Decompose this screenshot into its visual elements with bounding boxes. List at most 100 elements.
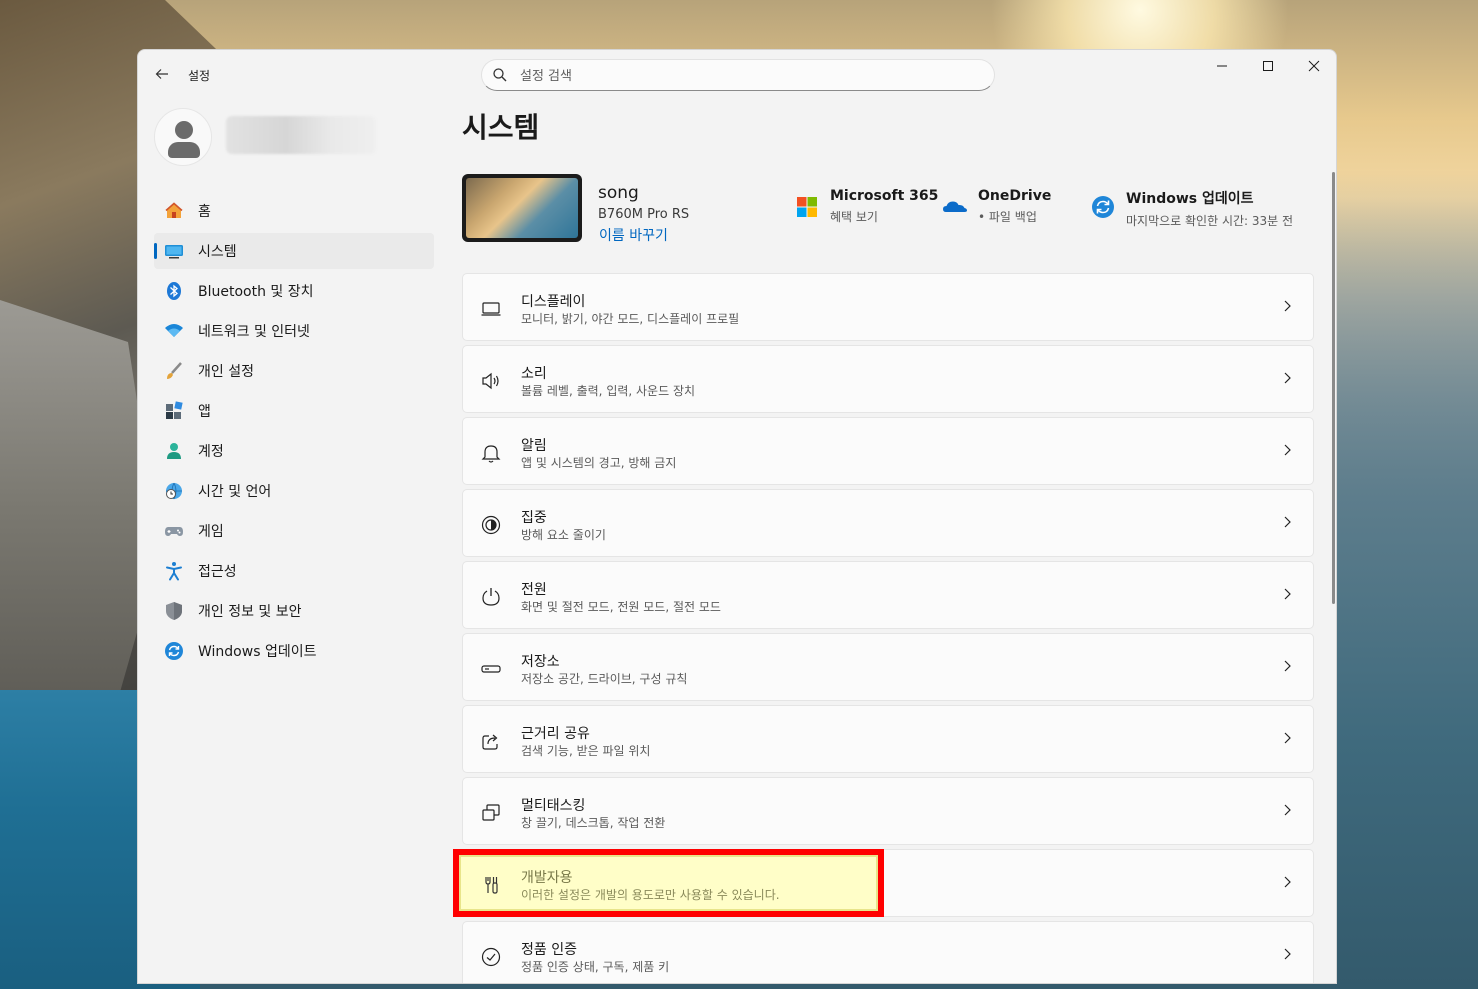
quick-title: OneDrive: [978, 188, 1052, 204]
close-icon: [1308, 60, 1320, 72]
setting-card-storage[interactable]: 저장소 저장소 공간, 드라이브, 구성 규칙: [462, 633, 1314, 701]
setting-card-focus[interactable]: 집중 방해 요소 줄이기: [462, 489, 1314, 557]
sidebar-nav: 홈 시스템 Bluetooth 및 장치 네트워크 및 인터넷 개인 설정 앱 …: [154, 193, 434, 673]
sidebar-item-label: 네트워크 및 인터넷: [198, 324, 310, 340]
device-model: B760M Pro RS: [598, 207, 690, 222]
sidebar-item-home[interactable]: 홈: [154, 193, 434, 229]
sidebar-item-privacy[interactable]: 개인 정보 및 보안: [154, 593, 434, 629]
back-button[interactable]: [150, 62, 174, 86]
microsoft-365-icon: [797, 197, 817, 217]
quick-microsoft-365[interactable]: Microsoft 365 혜택 보기: [794, 188, 938, 225]
scrollbar[interactable]: [1332, 172, 1335, 604]
sidebar-item-label: 시스템: [198, 244, 237, 260]
card-subtitle: 모니터, 밝기, 야간 모드, 디스플레이 프로필: [521, 312, 740, 326]
card-title: 알림: [521, 438, 547, 454]
sidebar-item-accounts[interactable]: 계정: [154, 433, 434, 469]
maximize-button[interactable]: [1245, 50, 1291, 82]
device-name: song: [598, 183, 639, 203]
quick-onedrive[interactable]: OneDrive • 파일 백업: [942, 188, 1051, 225]
update-icon: [164, 641, 184, 661]
chevron-right-icon: [1284, 876, 1291, 888]
card-subtitle: 검색 기능, 받은 파일 위치: [521, 744, 651, 758]
sidebar-item-gaming[interactable]: 게임: [154, 513, 434, 549]
close-button[interactable]: [1291, 50, 1336, 82]
sidebar-item-label: 개인 정보 및 보안: [198, 604, 302, 620]
sidebar-item-label: 게임: [198, 524, 224, 540]
sidebar-item-network[interactable]: 네트워크 및 인터넷: [154, 313, 434, 349]
avatar: [154, 108, 212, 166]
chevron-right-icon: [1284, 660, 1291, 672]
storage-icon: [481, 665, 501, 673]
multitask-icon: [482, 804, 500, 821]
search-input[interactable]: [520, 66, 960, 86]
minimize-button[interactable]: [1199, 50, 1245, 82]
card-subtitle: 저장소 공간, 드라이브, 구성 규칙: [521, 672, 688, 686]
highlight-annotation: [453, 849, 884, 917]
globe-clock-icon: [164, 481, 184, 501]
chevron-right-icon: [1284, 804, 1291, 816]
shield-icon: [164, 601, 184, 621]
share-icon: [482, 734, 498, 750]
profile-name-redacted: [226, 116, 376, 154]
chevron-right-icon: [1284, 948, 1291, 960]
power-icon: [482, 588, 500, 606]
minimize-icon: [1217, 65, 1227, 67]
setting-card-notifications[interactable]: 알림 앱 및 시스템의 경고, 방해 금지: [462, 417, 1314, 485]
sidebar-item-time-language[interactable]: 시간 및 언어: [154, 473, 434, 509]
sidebar-item-label: 앱: [198, 404, 211, 420]
setting-card-display[interactable]: 디스플레이 모니터, 밝기, 야간 모드, 디스플레이 프로필: [462, 273, 1314, 341]
card-title: 근거리 공유: [521, 726, 590, 742]
setting-card-activation[interactable]: 정품 인증 정품 인증 상태, 구독, 제품 키: [462, 921, 1314, 983]
quick-windows-update[interactable]: Windows 업데이트 마지막으로 확인한 시간: 33분 전: [1090, 188, 1293, 229]
sidebar-item-system[interactable]: 시스템: [154, 233, 434, 269]
settings-list: 디스플레이 모니터, 밝기, 야간 모드, 디스플레이 프로필 소리 볼륨 레벨…: [453, 273, 1314, 983]
search-icon: [493, 68, 507, 82]
quick-sub: 마지막으로 확인한 시간: 33분 전: [1126, 214, 1294, 228]
card-title: 디스플레이: [521, 294, 586, 310]
rename-link[interactable]: 이름 바꾸기: [599, 225, 668, 245]
card-title: 정품 인증: [521, 942, 577, 958]
chevron-right-icon: [1284, 516, 1291, 528]
wifi-icon: [164, 321, 184, 341]
setting-card-sound[interactable]: 소리 볼륨 레벨, 출력, 입력, 사운드 장치: [462, 345, 1314, 413]
quick-title: Windows 업데이트: [1126, 191, 1254, 207]
quick-title: Microsoft 365: [830, 188, 939, 204]
bell-icon: [481, 445, 501, 463]
sidebar-item-label: 접근성: [198, 564, 237, 580]
sidebar-item-label: Windows 업데이트: [198, 644, 317, 660]
setting-card-for-developers[interactable]: 개발자용 이러한 설정은 개발의 용도로만 사용할 수 있습니다.: [453, 849, 1314, 917]
windows-update-icon: [1092, 196, 1114, 218]
settings-window: 설정 홈: [137, 49, 1337, 984]
setting-card-nearby-sharing[interactable]: 근거리 공유 검색 기능, 받은 파일 위치: [462, 705, 1314, 773]
sidebar-item-label: 개인 설정: [198, 364, 254, 380]
sidebar-item-bluetooth[interactable]: Bluetooth 및 장치: [154, 273, 434, 309]
checkmark-circle-icon: [481, 947, 501, 967]
accessibility-icon: [164, 561, 184, 581]
focus-icon: [481, 515, 501, 535]
bluetooth-icon: [164, 281, 184, 301]
quick-sub: • 파일 백업: [978, 210, 1037, 224]
sidebar-item-personalization[interactable]: 개인 설정: [154, 353, 434, 389]
setting-card-power[interactable]: 전원 화면 및 절전 모드, 전원 모드, 절전 모드: [462, 561, 1314, 629]
card-title: 소리: [521, 366, 547, 382]
setting-card-multitasking[interactable]: 멀티태스킹 창 끌기, 데스크톱, 작업 전환: [462, 777, 1314, 845]
speaker-icon: [482, 372, 499, 390]
card-subtitle: 이러한 설정은 개발의 용도로만 사용할 수 있습니다.: [521, 888, 780, 902]
developer-tools-icon: [485, 877, 498, 894]
card-title: 멀티태스킹: [521, 798, 586, 814]
card-subtitle: 방해 요소 줄이기: [521, 528, 606, 542]
search-box[interactable]: [481, 59, 995, 91]
sidebar-item-accessibility[interactable]: 접근성: [154, 553, 434, 589]
chevron-right-icon: [1284, 732, 1291, 744]
card-title: 집중: [521, 510, 547, 526]
user-profile[interactable]: [154, 108, 454, 168]
sidebar-item-windows-update[interactable]: Windows 업데이트: [154, 633, 434, 669]
sidebar-item-apps[interactable]: 앱: [154, 393, 434, 429]
account-icon: [164, 441, 184, 461]
back-arrow-icon: [155, 69, 168, 79]
brush-icon: [164, 361, 184, 381]
maximize-icon: [1263, 61, 1273, 71]
display-icon: [481, 302, 501, 316]
card-title: 저장소: [521, 654, 560, 670]
app-title: 설정: [188, 69, 211, 83]
